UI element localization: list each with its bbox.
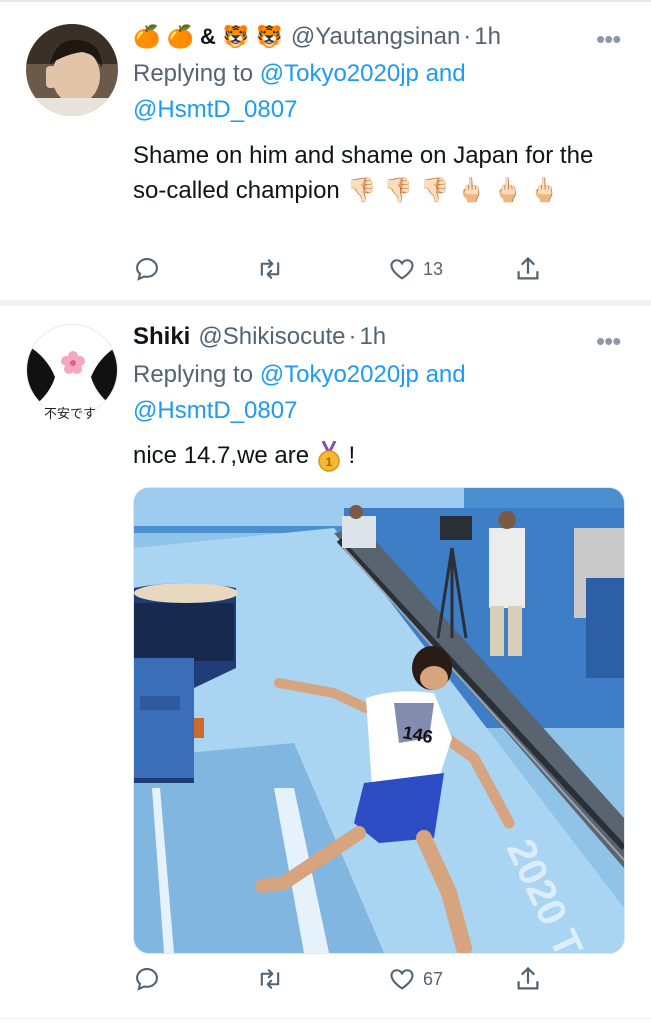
- svg-text:1: 1: [325, 455, 332, 469]
- timestamp[interactable]: 1h: [359, 323, 386, 351]
- tweet[interactable]: 不安です Shiki @Shikisocute · 1h ••• Replyin…: [0, 306, 651, 1018]
- avatar[interactable]: [26, 24, 118, 116]
- replying-to: Replying to @Tokyo2020jp and @HsmtD_0807: [133, 357, 613, 429]
- more-icon[interactable]: •••: [596, 328, 621, 354]
- retweet-button[interactable]: [255, 962, 291, 996]
- tweet-media[interactable]: 146 2020 T: [133, 487, 625, 954]
- share-button[interactable]: [513, 962, 543, 996]
- avatar-caption: 不安です: [44, 406, 97, 421]
- bottom-divider: [0, 1018, 651, 1019]
- tweet-header: Shiki @Shikisocute · 1h: [133, 322, 386, 352]
- display-name-emoji[interactable]: 🍊 🍊 & 🐯 🐯: [133, 24, 283, 50]
- like-icon: [390, 259, 414, 280]
- retweet-icon: [260, 259, 280, 279]
- share-button[interactable]: [513, 252, 543, 286]
- mention-link[interactable]: @Tokyo2020jp: [260, 60, 419, 87]
- more-icon[interactable]: •••: [596, 26, 621, 52]
- tweet-header: 🍊 🍊 & 🐯 🐯 @Yautangsinan · 1h: [133, 22, 501, 52]
- reply-icon: [136, 968, 158, 991]
- mention-link[interactable]: @Tokyo2020jp: [260, 361, 419, 388]
- gymnastics-image: 146 2020 T: [134, 488, 624, 953]
- tweet-actions: 13: [133, 252, 613, 286]
- replying-and[interactable]: and: [426, 60, 466, 87]
- separator-dot: ·: [463, 23, 472, 50]
- retweet-icon: [260, 969, 280, 989]
- replying-label: Replying to: [133, 60, 254, 87]
- tweet-text-end: !: [348, 442, 356, 469]
- timestamp[interactable]: 1h: [474, 23, 501, 51]
- replying-label: Replying to: [133, 361, 254, 388]
- replying-and[interactable]: and: [426, 361, 466, 388]
- replying-to: Replying to @Tokyo2020jp and @HsmtD_0807: [133, 56, 613, 128]
- reply-button[interactable]: [133, 962, 167, 996]
- like-icon: [390, 969, 414, 990]
- like-button[interactable]: 13: [387, 252, 443, 286]
- medal-icon: 1: [318, 440, 340, 472]
- reply-icon: [136, 258, 158, 281]
- mention-link[interactable]: @HsmtD_0807: [133, 96, 297, 123]
- display-name[interactable]: Shiki: [133, 323, 190, 351]
- tweet-emoji: 👎🏻 👎🏻 👎🏻 🖕🏻 🖕🏻 🖕🏻: [346, 177, 560, 204]
- handle[interactable]: @Yautangsinan: [291, 23, 460, 51]
- reply-button[interactable]: [133, 252, 167, 286]
- handle[interactable]: @Shikisocute: [198, 323, 345, 351]
- share-icon: [517, 967, 539, 990]
- retweet-button[interactable]: [255, 252, 291, 286]
- like-count: 67: [423, 968, 444, 989]
- tweet-actions: 67: [133, 962, 613, 996]
- separator-dot: ·: [348, 323, 357, 350]
- tweet[interactable]: 🍊 🍊 & 🐯 🐯 @Yautangsinan · 1h ••• Replyin…: [0, 0, 651, 300]
- share-icon: [517, 257, 539, 280]
- mention-link[interactable]: @HsmtD_0807: [133, 397, 297, 424]
- tweet-text: Shame on him and shame on Japan for the …: [133, 138, 613, 208]
- tweet-text: nice 14.7,we are 1 !: [133, 438, 613, 473]
- like-button[interactable]: 67: [387, 962, 443, 996]
- tweet-text-body: nice 14.7,we are: [133, 442, 310, 469]
- like-count: 13: [423, 258, 444, 279]
